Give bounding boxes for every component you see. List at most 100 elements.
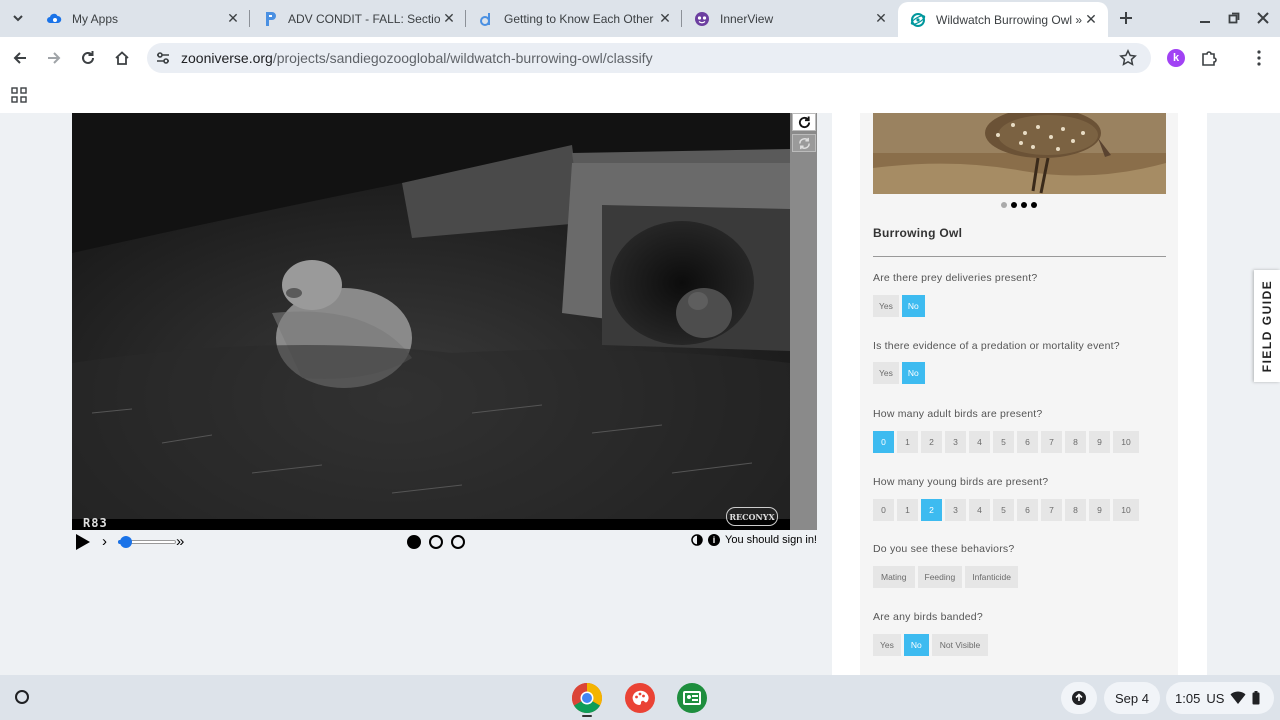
carousel-dot[interactable]: [1021, 202, 1027, 208]
answer-0[interactable]: 0: [873, 499, 894, 521]
extensions-button[interactable]: [1199, 48, 1219, 68]
answer-1[interactable]: 1: [897, 431, 918, 453]
rotate-icon: [798, 115, 810, 128]
date-text: Sep 4: [1115, 690, 1149, 706]
answer-6[interactable]: 6: [1017, 499, 1038, 521]
reload-button[interactable]: [76, 46, 100, 70]
close-icon[interactable]: ✕: [224, 10, 242, 28]
answer-9[interactable]: 9: [1089, 431, 1110, 453]
answer-5[interactable]: 5: [993, 431, 1014, 453]
answer-2[interactable]: 2: [921, 499, 942, 521]
upload-icon: [1072, 691, 1086, 705]
profile-button[interactable]: k: [1166, 48, 1186, 68]
answer-5[interactable]: 5: [993, 499, 1014, 521]
answer-8[interactable]: 8: [1065, 431, 1086, 453]
camera-trap-photo: [72, 113, 790, 519]
window-close-button[interactable]: [1251, 6, 1275, 30]
answer-3[interactable]: 3: [945, 499, 966, 521]
answer-yes[interactable]: Yes: [873, 634, 901, 656]
tab-my-apps[interactable]: My Apps ✕: [34, 0, 250, 37]
upload-tray-button[interactable]: [1061, 682, 1097, 714]
play-icon[interactable]: [76, 534, 90, 550]
task-panel: [860, 113, 1178, 675]
owl-photo: [873, 113, 1166, 194]
info-icon[interactable]: i: [708, 534, 721, 546]
chrome-icon[interactable]: [571, 682, 603, 714]
frame-dot-2[interactable]: [429, 535, 443, 549]
forward-button[interactable]: [42, 46, 66, 70]
close-icon[interactable]: ✕: [440, 10, 458, 28]
answer-7[interactable]: 7: [1041, 431, 1062, 453]
answer-infanticide[interactable]: Infanticide: [965, 566, 1018, 588]
answer-10[interactable]: 10: [1113, 499, 1139, 521]
tab-adv-condit[interactable]: ADV CONDIT - FALL: Section 2 ✕: [250, 0, 466, 37]
answer-1[interactable]: 1: [897, 499, 918, 521]
back-button[interactable]: [8, 46, 32, 70]
rotate-button[interactable]: [792, 113, 816, 131]
answer-2[interactable]: 2: [921, 431, 942, 453]
address-bar[interactable]: zooniverse.org/projects/sandiegozoogloba…: [147, 43, 1151, 73]
question-banded: Are any birds banded?: [873, 611, 983, 623]
answer-6[interactable]: 6: [1017, 431, 1038, 453]
answer-mating[interactable]: Mating: [873, 566, 915, 588]
frame-dot-1[interactable]: [407, 535, 421, 549]
new-tab-button[interactable]: [1115, 7, 1137, 29]
close-icon[interactable]: ✕: [1082, 11, 1100, 29]
answer-feeding[interactable]: Feeding: [917, 566, 963, 588]
camera-id-label: R83: [83, 516, 108, 530]
field-guide-tab[interactable]: FIELD GUIDE: [1254, 270, 1280, 382]
answer-no[interactable]: No: [901, 362, 925, 384]
tab-innerview[interactable]: InnerView ✕: [682, 0, 898, 37]
chevron-right-icon[interactable]: ›: [102, 533, 107, 550]
answer-4[interactable]: 4: [969, 431, 990, 453]
tab-title: InnerView: [720, 11, 774, 26]
menu-button[interactable]: [1249, 48, 1269, 68]
zooniverse-icon: [910, 12, 926, 28]
tab-wildwatch[interactable]: Wildwatch Burrowing Owl » C ✕: [898, 2, 1108, 37]
carousel-dot[interactable]: [1001, 202, 1007, 208]
launcher-button[interactable]: [9, 684, 35, 710]
reset-button[interactable]: [792, 134, 816, 152]
minimize-button[interactable]: [1193, 6, 1217, 30]
close-icon[interactable]: ✕: [872, 10, 890, 28]
image-carousel-dots[interactable]: [1001, 202, 1037, 208]
carousel-dot[interactable]: [1031, 202, 1037, 208]
chevron-down-icon: [13, 15, 23, 22]
question-behaviors: Do you see these behaviors?: [873, 543, 1015, 555]
answer-yes[interactable]: Yes: [873, 362, 899, 384]
answer-no[interactable]: No: [903, 634, 929, 656]
answer-not-visible[interactable]: Not Visible: [931, 634, 989, 656]
subject-viewer[interactable]: R83 RECONYX: [72, 113, 817, 530]
answer-8[interactable]: 8: [1065, 499, 1086, 521]
site-info-icon[interactable]: [155, 50, 171, 66]
tab-title: My Apps: [72, 11, 119, 26]
speed-slider-thumb[interactable]: [120, 536, 132, 548]
contrast-icon[interactable]: [691, 534, 703, 546]
answer-yes[interactable]: Yes: [873, 295, 899, 317]
canvas-paint-icon[interactable]: [624, 682, 656, 714]
answer-7[interactable]: 7: [1041, 499, 1062, 521]
tab-getting-to-know[interactable]: Getting to Know Each Other 2 ✕: [466, 0, 682, 37]
d-logo-icon: [478, 11, 494, 27]
classroom-icon[interactable]: [676, 682, 708, 714]
answers-adult-birds: 0 1 2 3 4 5 6 7 8 9 10: [873, 431, 1139, 453]
frame-dot-3[interactable]: [451, 535, 465, 549]
answer-4[interactable]: 4: [969, 499, 990, 521]
answer-no[interactable]: No: [901, 295, 925, 317]
answer-10[interactable]: 10: [1113, 431, 1139, 453]
home-button[interactable]: [110, 46, 134, 70]
double-chevron-right-icon[interactable]: »: [176, 533, 184, 550]
apps-grid-icon[interactable]: [11, 87, 27, 103]
answer-9[interactable]: 9: [1089, 499, 1110, 521]
carousel-dot[interactable]: [1011, 202, 1017, 208]
tab-search-button[interactable]: [6, 7, 30, 29]
bookmarks-bar: [0, 79, 1280, 113]
answer-3[interactable]: 3: [945, 431, 966, 453]
bookmark-star-icon[interactable]: [1119, 49, 1137, 67]
status-tray[interactable]: 1:05 US: [1166, 682, 1274, 714]
answer-0[interactable]: 0: [873, 431, 894, 453]
date-tray[interactable]: Sep 4: [1104, 682, 1160, 714]
refresh-icon: [798, 137, 810, 149]
close-icon[interactable]: ✕: [656, 10, 674, 28]
restore-button[interactable]: [1222, 6, 1246, 30]
